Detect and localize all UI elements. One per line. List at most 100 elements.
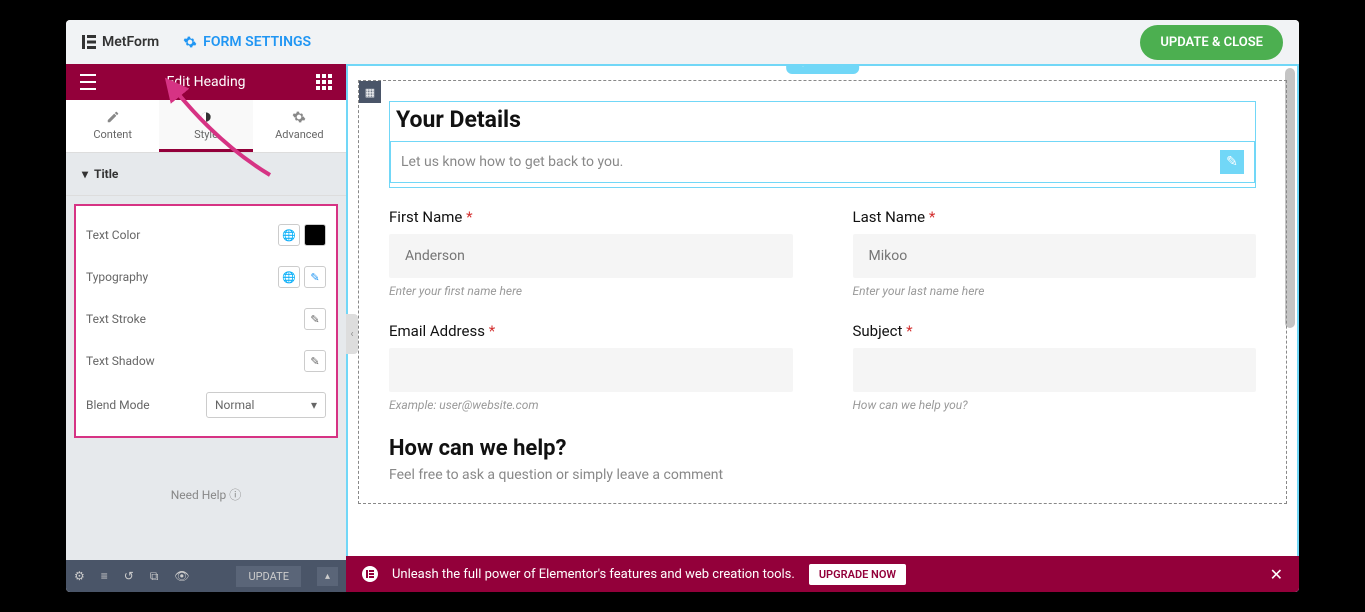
heading-widget[interactable]: Your Details Let us know how to get back… — [389, 101, 1256, 188]
control-blend-mode: Blend Mode Normal ▾ — [86, 382, 326, 428]
text-color-label: Text Color — [86, 228, 140, 242]
field-hint: How can we help you? — [853, 398, 1257, 412]
control-text-color: Text Color 🌐 — [86, 214, 326, 256]
app-logo: MetForm — [82, 34, 159, 50]
history-icon[interactable]: ↺ — [124, 569, 134, 583]
subject-input[interactable] — [853, 348, 1257, 392]
layers-icon[interactable]: ≡ — [101, 569, 108, 583]
tab-content-label: Content — [93, 128, 132, 141]
promo-text: Unleash the full power of Elementor's fe… — [392, 567, 795, 582]
form-settings-label: FORM SETTINGS — [203, 34, 311, 50]
tab-content[interactable]: Content — [66, 100, 159, 152]
field-hint: Example: user@website.com — [389, 398, 793, 412]
update-button[interactable]: UPDATE — [236, 566, 300, 587]
editor-modal: MetForm FORM SETTINGS UPDATE & CLOSE Edi… — [66, 20, 1299, 592]
style-icon — [199, 110, 213, 124]
sidebar-title: Edit Heading — [96, 74, 316, 90]
sidebar-header: Edit Heading — [66, 64, 346, 100]
subheading-widget[interactable]: Let us know how to get back to you. ✎ — [390, 141, 1255, 183]
top-bar: MetForm FORM SETTINGS UPDATE & CLOSE — [66, 20, 1299, 64]
email-field: Email Address * Example: user@website.co… — [389, 322, 793, 412]
last-name-input[interactable] — [853, 234, 1257, 278]
required-mark: * — [466, 208, 472, 226]
control-typography: Typography 🌐 ✎ — [86, 256, 326, 298]
field-hint: Enter your first name here — [389, 284, 793, 298]
grip-icon[interactable]: ⠿ — [816, 64, 825, 70]
globe-button[interactable]: 🌐 — [278, 224, 300, 246]
section-subheading: Feel free to ask a question or simply le… — [389, 467, 1256, 483]
gear-icon — [292, 110, 306, 124]
widgets-grid-icon[interactable] — [316, 74, 332, 90]
bottom-toolbar: ⚙ ≡ ↺ ⧉ 👁 UPDATE ▴ — [66, 560, 346, 592]
tab-advanced[interactable]: Advanced — [253, 100, 346, 152]
blend-mode-label: Blend Mode — [86, 398, 150, 412]
close-icon[interactable]: ✕ — [835, 64, 845, 70]
pencil-icon — [106, 110, 120, 124]
section-title-row[interactable]: ▾ Title — [66, 153, 346, 196]
controls-panel: Text Color 🌐 Typography 🌐 ✎ Text Stroke — [74, 204, 338, 438]
section-heading: How can we help? — [389, 436, 1256, 461]
field-label: Subject * — [853, 322, 1257, 340]
sidebar: Edit Heading Content Style Advanced — [66, 64, 346, 592]
elementor-icon — [82, 35, 96, 49]
subheading-text: Let us know how to get back to you. — [401, 154, 623, 170]
tab-style[interactable]: Style — [159, 100, 252, 152]
how-help-section: How can we help? Feel free to ask a ques… — [389, 436, 1256, 483]
elementor-badge-icon — [362, 566, 378, 582]
gear-icon — [183, 35, 197, 49]
logo-text: MetForm — [102, 34, 159, 50]
caret-down-icon: ▾ — [82, 167, 88, 181]
help-icon: ⓘ — [229, 488, 241, 502]
hamburger-icon[interactable] — [80, 74, 96, 90]
section-drag-handle[interactable]: + ⠿ ✕ — [786, 64, 860, 74]
first-name-field: First Name * Enter your first name here — [389, 208, 793, 298]
globe-button[interactable]: 🌐 — [278, 266, 300, 288]
field-label: First Name * — [389, 208, 793, 226]
edit-stroke-button[interactable]: ✎ — [304, 308, 326, 330]
tab-style-label: Style — [194, 128, 218, 141]
blend-mode-select[interactable]: Normal ▾ — [206, 392, 326, 418]
color-swatch[interactable] — [304, 224, 326, 246]
upgrade-button[interactable]: UPGRADE NOW — [809, 564, 906, 585]
responsive-icon[interactable]: ⧉ — [150, 569, 159, 584]
required-mark: * — [489, 322, 495, 340]
typography-label: Typography — [86, 270, 148, 284]
column-badge-icon[interactable]: ▦ — [359, 81, 381, 103]
promo-bar: Unleash the full power of Elementor's fe… — [346, 556, 1299, 592]
control-text-stroke: Text Stroke ✎ — [86, 298, 326, 340]
form-row: First Name * Enter your first name here … — [389, 208, 1256, 298]
update-caret-button[interactable]: ▴ — [317, 567, 338, 586]
text-stroke-label: Text Stroke — [86, 312, 146, 326]
control-text-shadow: Text Shadow ✎ — [86, 340, 326, 382]
form-row: Email Address * Example: user@website.co… — [389, 322, 1256, 412]
close-promo-icon[interactable]: ✕ — [1270, 565, 1283, 584]
subject-field: Subject * How can we help you? — [853, 322, 1257, 412]
section-title-text: Title — [94, 167, 118, 181]
top-bar-left: MetForm FORM SETTINGS — [82, 34, 311, 50]
field-hint: Enter your last name here — [853, 284, 1257, 298]
first-name-input[interactable] — [389, 234, 793, 278]
preview-icon[interactable]: 👁 — [174, 569, 189, 583]
edit-widget-icon[interactable]: ✎ — [1220, 150, 1244, 174]
settings-icon[interactable]: ⚙ — [74, 569, 85, 583]
last-name-field: Last Name * Enter your last name here — [853, 208, 1257, 298]
required-mark: * — [929, 208, 935, 226]
edit-shadow-button[interactable]: ✎ — [304, 350, 326, 372]
need-help-text: Need Help — [171, 488, 227, 502]
email-input[interactable] — [389, 348, 793, 392]
blend-mode-value: Normal — [215, 398, 254, 412]
edit-typography-button[interactable]: ✎ — [304, 266, 326, 288]
plus-icon[interactable]: + — [800, 64, 807, 70]
form-settings-link[interactable]: FORM SETTINGS — [183, 34, 311, 50]
canvas[interactable]: + ⠿ ✕ ▦ Your Details Let us know how to … — [346, 64, 1299, 592]
tab-advanced-label: Advanced — [275, 128, 323, 141]
update-close-button[interactable]: UPDATE & CLOSE — [1140, 25, 1283, 60]
caret-down-icon: ▾ — [311, 398, 317, 412]
section-container: ▦ Your Details Let us know how to get ba… — [358, 80, 1287, 504]
collapse-sidebar-handle[interactable]: ‹ — [346, 314, 358, 354]
text-shadow-label: Text Shadow — [86, 354, 155, 368]
required-mark: * — [906, 322, 912, 340]
heading-text: Your Details — [390, 102, 1255, 137]
editor-body: Edit Heading Content Style Advanced — [66, 64, 1299, 592]
need-help-link[interactable]: Need Help ⓘ — [66, 446, 346, 523]
